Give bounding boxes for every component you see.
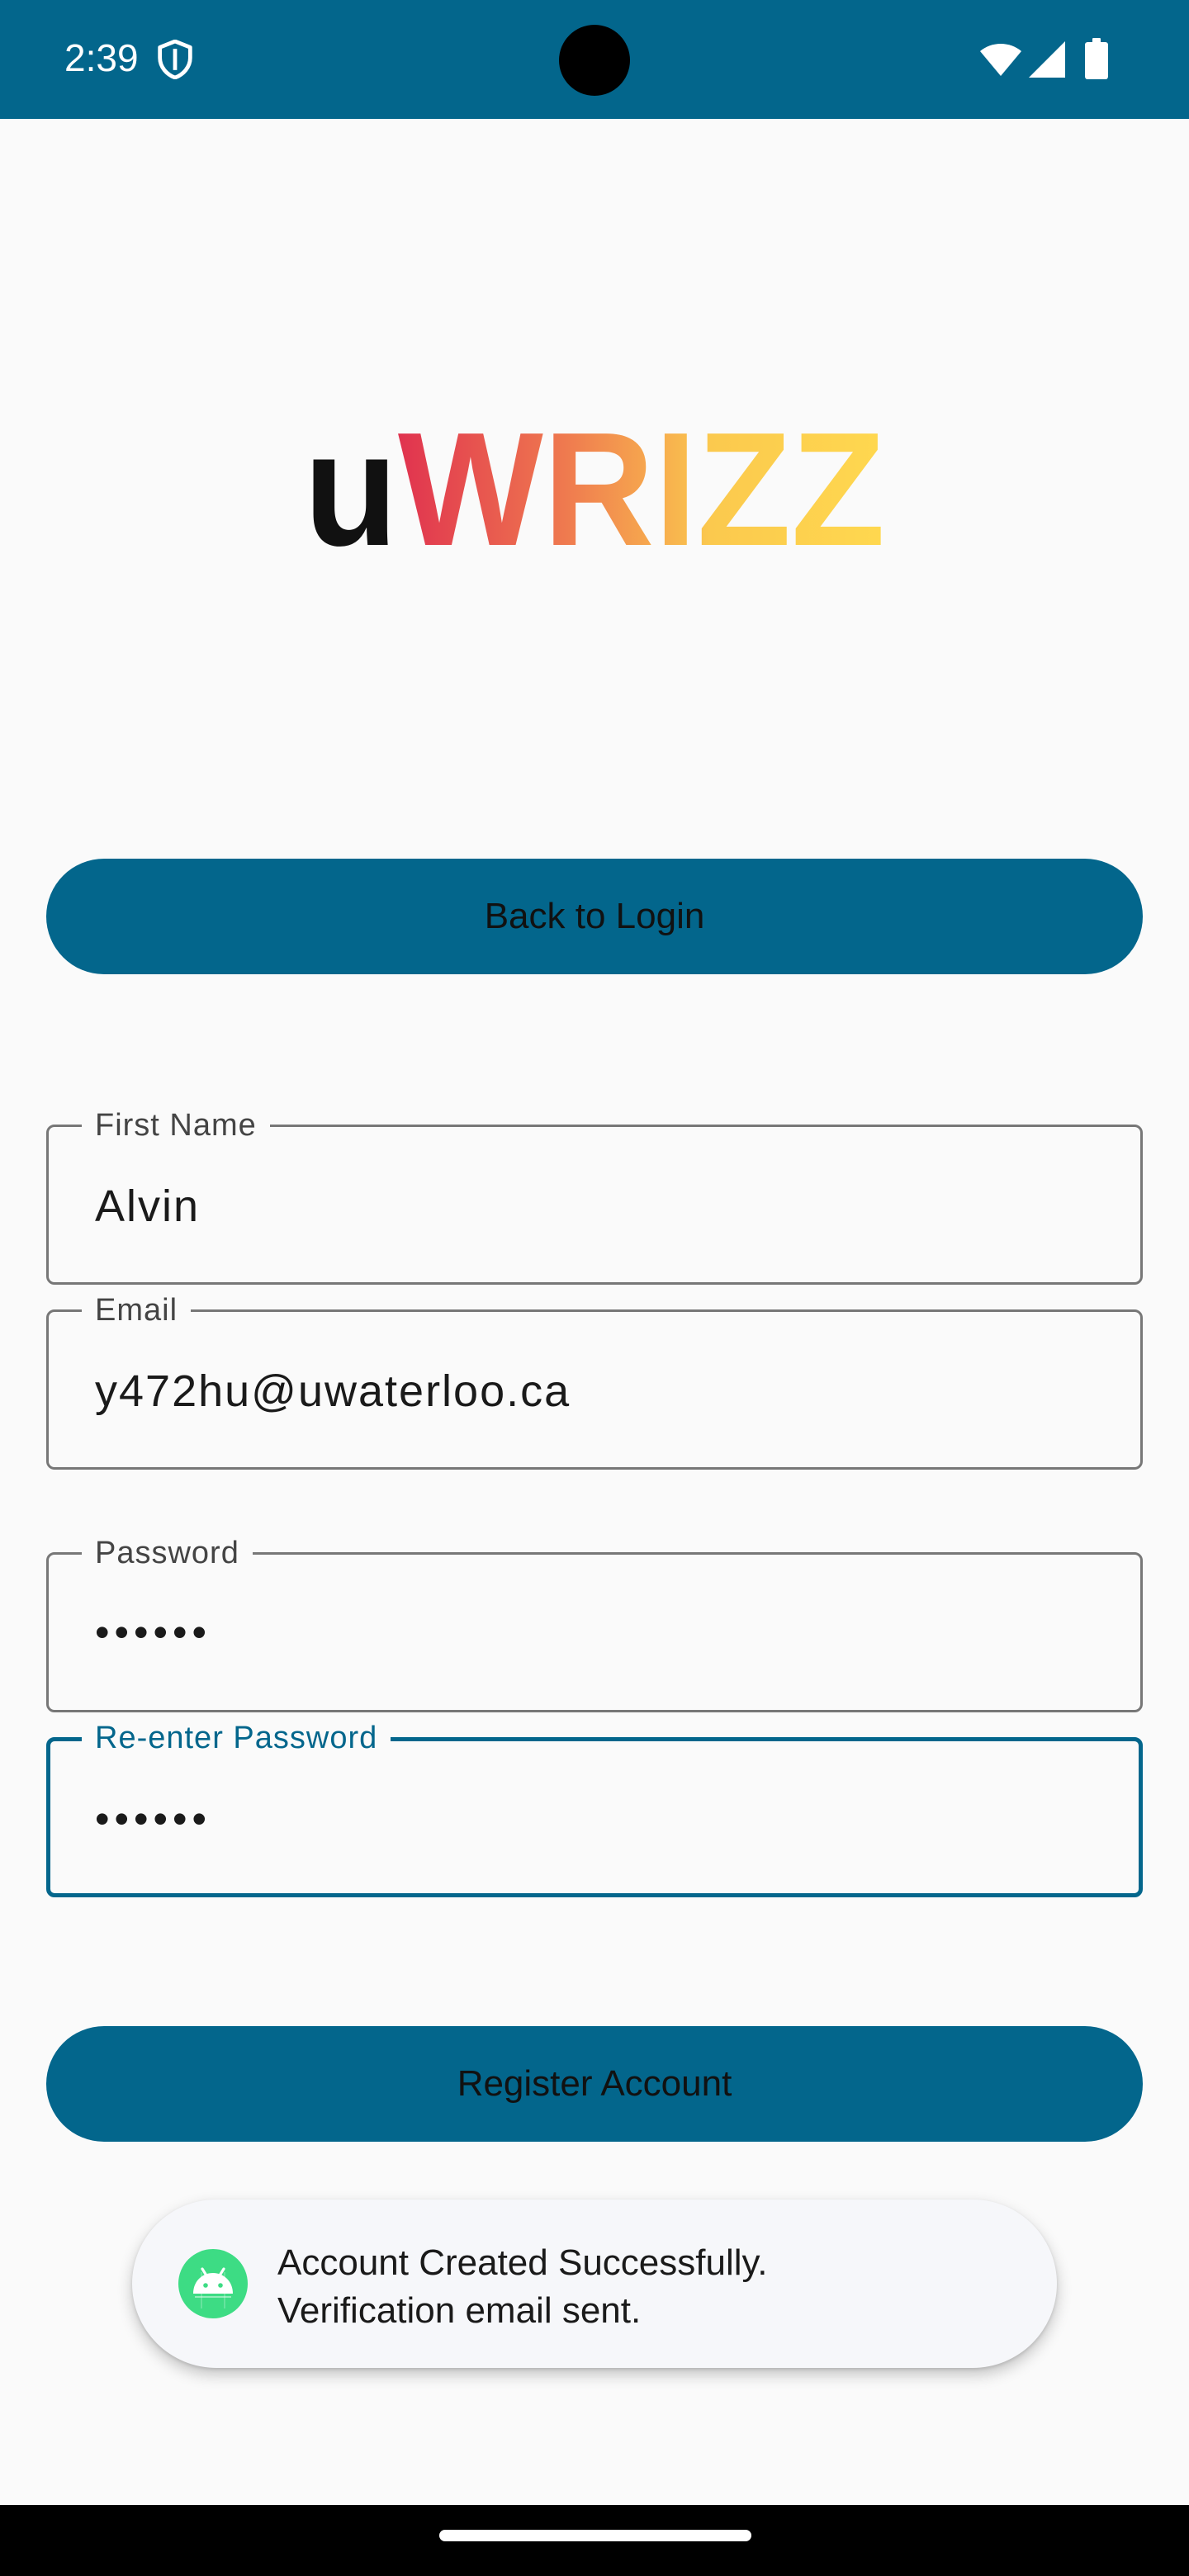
battery-icon: [1085, 38, 1108, 79]
signal-icon: [1029, 41, 1065, 78]
password-label: Password: [82, 1533, 253, 1573]
status-bar: 2:39: [0, 0, 1189, 119]
uwrizz-logo: uWRIZZ: [304, 421, 885, 553]
email-value: y472hu@uwaterloo.ca: [95, 1366, 571, 1416]
password-value: ••••••: [95, 1609, 212, 1655]
camera-cutout: [559, 25, 630, 96]
email-field[interactable]: Email y472hu@uwaterloo.ca: [46, 1290, 1143, 1470]
reenter-password-field[interactable]: Re-enter Password ••••••: [46, 1718, 1143, 1897]
home-gesture-handle[interactable]: [439, 2530, 751, 2541]
logo-text: uWRIZZ: [304, 421, 885, 553]
password-field[interactable]: Password ••••••: [46, 1533, 1143, 1712]
email-label: Email: [82, 1290, 192, 1330]
toast-message: Account Created Successfully. Verificati…: [132, 2200, 1057, 2368]
first-name-label: First Name: [82, 1106, 270, 1145]
status-time: 2:39: [64, 36, 139, 79]
toast-line-2: Verification email sent.: [277, 2290, 642, 2331]
wifi-icon: [980, 44, 1021, 76]
back-to-login-button[interactable]: Back to Login: [46, 859, 1143, 974]
toast-line-1: Account Created Successfully.: [277, 2242, 768, 2283]
shield-icon: [158, 40, 192, 79]
android-icon: [178, 2249, 248, 2318]
reenter-password-value: ••••••: [95, 1796, 212, 1842]
register-account-button[interactable]: Register Account: [46, 2026, 1143, 2142]
navigation-bar: [0, 2505, 1189, 2576]
first-name-field[interactable]: First Name Alvin: [46, 1106, 1143, 1285]
toast-text: Account Created Successfully. Verificati…: [277, 2239, 1024, 2335]
reenter-password-label: Re-enter Password: [82, 1718, 391, 1758]
first-name-value: Alvin: [95, 1181, 201, 1231]
